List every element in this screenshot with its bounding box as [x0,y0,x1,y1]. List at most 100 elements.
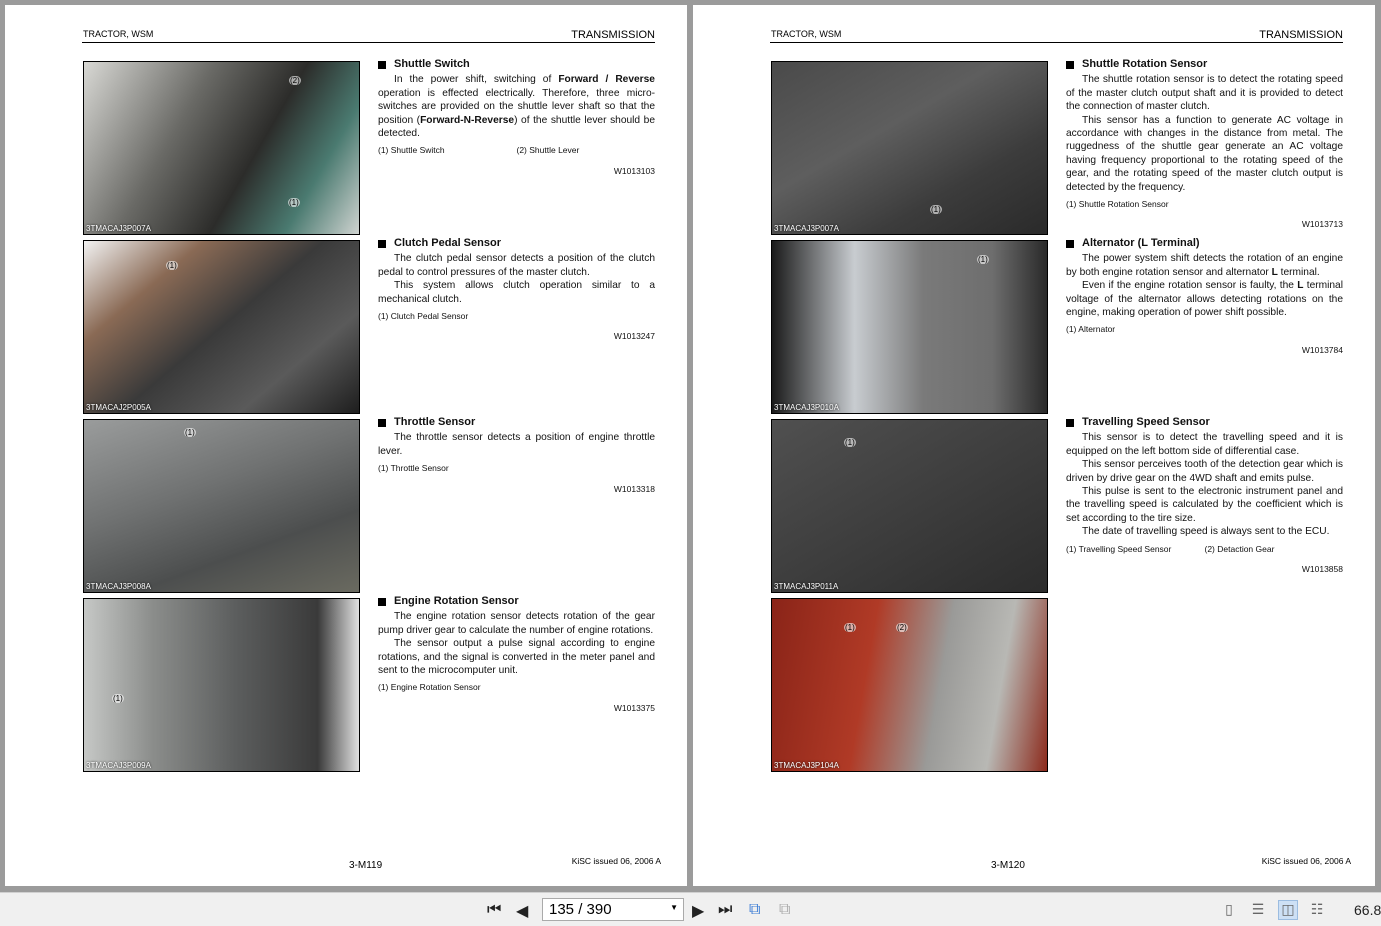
caption: (1) Shuttle Switch [378,145,445,156]
section-paragraph: The clutch pedal sensor detects a positi… [378,252,655,279]
text-run: terminal. [1277,266,1320,278]
section-title-text: Alternator (L Terminal) [1082,237,1200,249]
section-paragraph: Even if the engine rotation sensor is fa… [1066,279,1343,319]
text-run: The sensor output a pulse signal accordi… [378,638,655,677]
viewer-toolbar: ⏮ ◀ 135 / 390 ▼ ▶ ⏭ ⧉ ⧉ ▯ ☰ ◫ ☷ 66.8 [0,892,1381,926]
figure-photo: (2) (1) 3TMACAJ3P007A [83,61,360,235]
figure-photo: (1) 3TMACAJ3P011A [771,419,1048,593]
single-page-view-icon[interactable]: ▯ [1219,900,1239,920]
section-paragraph: The shuttle rotation sensor is to detect… [1066,73,1343,113]
figure-callout: (1) [930,205,942,214]
reference-code: W1013784 [1301,344,1343,355]
figure-callout: (1) [977,255,989,264]
section: Engine Rotation Sensor The engine rotatio… [378,595,655,715]
previous-view-icon[interactable]: ⧉ [749,901,760,919]
caption: (1) Throttle Sensor [378,463,449,474]
pdf-page-right: TRACTOR, WSM TRANSMISSION (1) 3TMACAJ3P00… [693,5,1375,886]
text-run: The date of travelling speed is always s… [1082,526,1330,538]
section-title: Alternator (L Terminal) [1066,237,1343,250]
header-right: TRANSMISSION [1259,29,1343,41]
pdf-page-left: TRACTOR, WSM TRANSMISSION (2) (1) 3TMACAJ3… [5,5,687,886]
section-title: Shuttle Switch [378,58,655,71]
first-page-button[interactable]: ⏮ [487,901,501,919]
issue-note: KiSC issued 06, 2006 A [1261,856,1351,866]
section-title: Shuttle Rotation Sensor [1066,58,1343,71]
section-title: Clutch Pedal Sensor [378,237,655,250]
figure-captions: (1) Clutch Pedal Sensor [378,310,655,323]
next-page-button[interactable]: ▶ [692,901,704,921]
previous-page-button[interactable]: ◀ [516,901,528,921]
figure-callout: (1) [844,438,856,447]
section-paragraph: The power system shift detects the rotat… [1066,252,1343,279]
reference-code: W1013247 [613,331,655,342]
caption: (1) Alternator [1066,324,1116,335]
header-rule [82,42,655,43]
figure-label: 3TMACAJ2P005A [86,403,151,412]
section-paragraph: The sensor output a pulse signal accordi… [378,637,655,677]
text-run: Forward-N-Reverse [420,114,515,126]
caption: (1) Engine Rotation Sensor [378,682,481,693]
caption: (2) Detaction Gear [1204,543,1275,554]
section-title-text: Throttle Sensor [394,416,476,428]
caption: (2) Shuttle Lever [516,145,580,156]
text-run: This sensor has a function to generate A… [1066,114,1343,193]
figure-photo: (1) (2) 3TMACAJ3P104A [771,598,1048,772]
section: Throttle Sensor The throttle sensor detec… [378,416,655,496]
text-run: The engine rotation sensor detects rotat… [378,611,655,636]
figure-captions: (1) Shuttle Rotation Sensor [1066,198,1343,211]
header-left: TRACTOR, WSM [771,29,842,39]
text-run: Forward / Reverse [558,74,655,86]
page-number-input[interactable]: 135 / 390 ▼ [542,898,684,921]
section-title: Engine Rotation Sensor [378,595,655,608]
page-number: 3-M119 [349,860,383,871]
bullet-square-icon [1066,60,1074,69]
reference-code: W1013318 [613,483,655,494]
section-paragraph: The date of travelling speed is always s… [1066,525,1343,538]
text-run: This system allows clutch operation simi… [378,280,655,305]
continuous-facing-view-icon[interactable]: ☷ [1307,900,1327,920]
figure-label: 3TMACAJ3P007A [774,224,839,233]
header-rule [770,42,1343,43]
section-paragraph: This sensor perceives tooth of the detec… [1066,458,1343,485]
text-run: In the power shift, switching of [394,74,559,86]
figure-callout: (1) [112,694,124,703]
figure-label: 3TMACAJ3P011A [774,582,839,591]
figure-photo: (1) 3TMACAJ3P010A [771,240,1048,414]
section-title: Travelling Speed Sensor [1066,416,1343,429]
figure-captions: (1) Engine Rotation Sensor [378,681,655,694]
figure-captions: (1) Shuttle Switch (2) Shuttle Lever [378,144,655,157]
figure-captions: (1) Throttle Sensor [378,462,655,475]
continuous-view-icon[interactable]: ☰ [1248,900,1268,920]
section: Alternator (L Terminal) The power system … [1066,237,1343,357]
section-title-text: Shuttle Rotation Sensor [1082,58,1208,70]
reference-code: W1013858 [1301,564,1343,575]
figure-callout: (1) [844,623,856,632]
section: Shuttle Rotation Sensor The shuttle rotat… [1066,58,1343,232]
figure-captions: (1) Travelling Speed Sensor (2) Detaction… [1066,543,1343,556]
text-run: The clutch pedal sensor detects a positi… [378,253,655,278]
figure-callout: (1) [288,198,300,207]
figure-callout: (1) [184,428,196,437]
figure-label: 3TMACAJ3P010A [774,403,839,412]
next-view-icon[interactable]: ⧉ [779,901,790,919]
issue-note: KiSC issued 06, 2006 A [571,856,661,866]
header-left: TRACTOR, WSM [83,29,154,39]
bullet-square-icon [378,239,386,248]
figure-captions: (1) Alternator [1066,323,1343,336]
reference-code: W1013375 [613,702,655,713]
figure-callout: (2) [896,623,908,632]
figure-label: 3TMACAJ3P008A [86,582,151,591]
section-paragraph: The engine rotation sensor detects rotat… [378,610,655,637]
text-run: The shuttle rotation sensor is to detect… [1066,74,1343,113]
caption: (1) Travelling Speed Sensor [1066,543,1172,554]
text-run: This pulse is sent to the electronic ins… [1066,486,1343,524]
caption: (1) Clutch Pedal Sensor [378,311,469,322]
zoom-level[interactable]: 66.8 [1354,902,1381,918]
section-title-text: Engine Rotation Sensor [394,595,519,607]
facing-view-icon[interactable]: ◫ [1278,900,1298,920]
text-run: This sensor perceives tooth of the detec… [1066,459,1343,484]
bullet-square-icon [1066,418,1074,427]
chevron-down-icon[interactable]: ▼ [670,903,678,912]
section-paragraph: This system allows clutch operation simi… [378,279,655,306]
last-page-button[interactable]: ⏭ [718,901,732,919]
